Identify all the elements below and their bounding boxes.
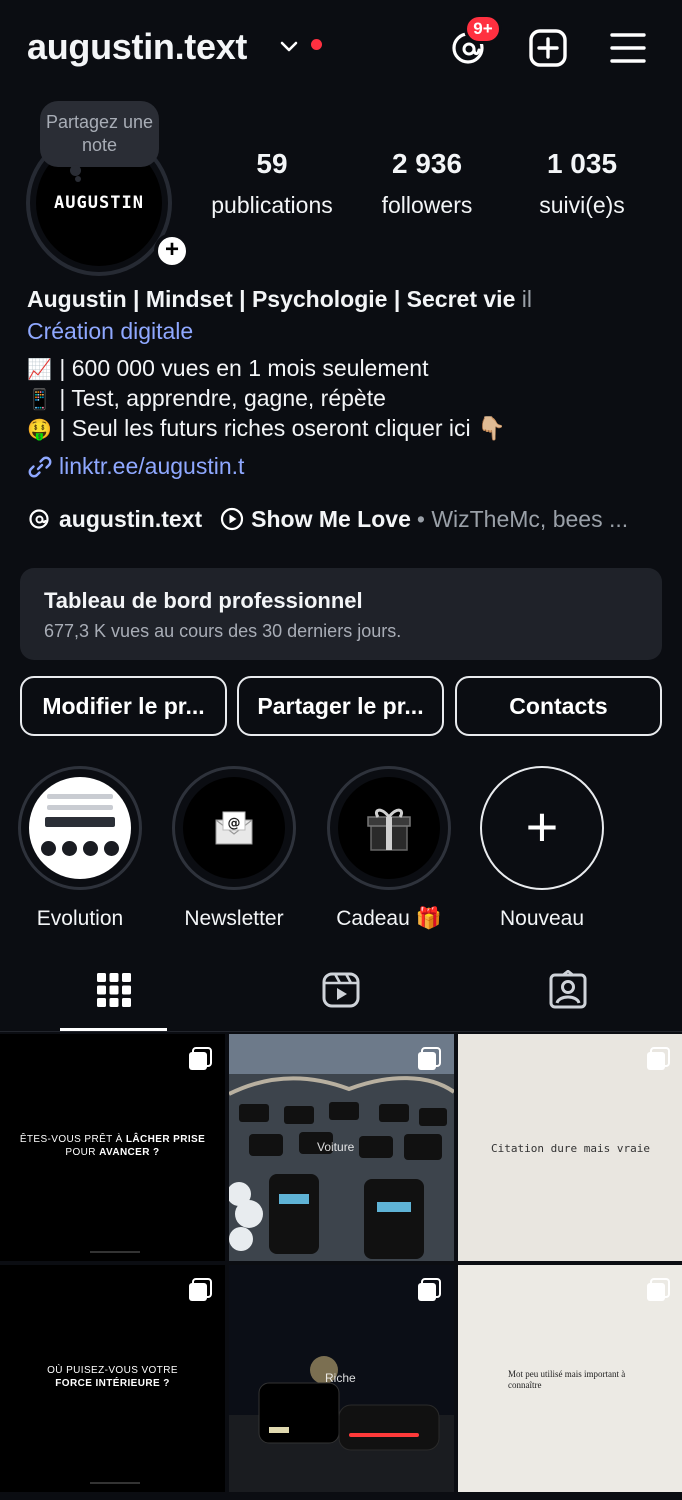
note-bubble-tail	[70, 165, 81, 176]
post-overlay-text: Voiture	[317, 1140, 355, 1154]
carousel-icon	[647, 1278, 670, 1301]
svg-text:@: @	[228, 816, 241, 831]
menu-icon[interactable]	[608, 28, 648, 68]
post-tile[interactable]: ÊTES-VOUS PRÊT À LÂCHER PRISE POUR AVANC…	[0, 1034, 225, 1261]
highlight-label: Nouveau	[499, 907, 585, 930]
highlight-newsletter[interactable]: @ Newsletter	[172, 766, 296, 931]
post-caption: OÙ PUISEZ-VOUS VOTRE FORCE INTÉRIEURE ?	[47, 1365, 178, 1389]
bio-line-2: 📱 | Test, apprendre, gagne, répète	[27, 385, 386, 412]
carousel-icon	[418, 1278, 441, 1301]
stat-publications-label: publications	[211, 192, 333, 218]
chart-emoji-icon: 📈	[27, 357, 52, 381]
thumb-line	[47, 805, 113, 810]
highlight-label: Cadeau 🎁	[336, 907, 442, 930]
threads-music-row: augustin.text Show Me Love • WizTheMc, b…	[27, 504, 628, 534]
dashboard-title: Tableau de bord professionnel	[44, 588, 363, 613]
notification-dot	[311, 39, 322, 50]
stat-followers-label: followers	[381, 192, 473, 218]
highlight-ring	[18, 766, 142, 890]
active-tab-indicator	[60, 1028, 167, 1031]
highlight-cadeau[interactable]: Cadeau 🎁	[327, 766, 451, 931]
thumb-circles	[41, 841, 119, 856]
post-tile[interactable]: OÙ PUISEZ-VOUS VOTRE FORCE INTÉRIEURE ?	[0, 1265, 225, 1492]
tagged-icon[interactable]	[548, 970, 588, 1010]
thumb-banner	[45, 817, 115, 827]
threads-small-icon[interactable]	[27, 507, 51, 531]
bio-name-text: Augustin | Mindset | Psychologie | Secre…	[27, 286, 516, 312]
carousel-icon	[189, 1047, 212, 1070]
bio-link[interactable]: linktr.ee/augustin.t	[27, 453, 244, 480]
post-tile[interactable]: Mot peu utilisé mais important à connaît…	[458, 1265, 682, 1492]
newsletter-thumbnail: @	[183, 777, 285, 879]
post-tile[interactable]: Voiture	[229, 1034, 454, 1261]
post-overlay-text: Riche	[325, 1371, 356, 1385]
threads-badge: 9+	[464, 14, 502, 44]
bio-line-text: | Seul les futurs riches oseront cliquer…	[59, 415, 506, 441]
thumb-line	[47, 794, 113, 799]
new-highlight-circle: +	[480, 766, 604, 890]
bio-display-name: Augustin | Mindset | Psychologie | Secre…	[27, 286, 532, 313]
highlight-label: Newsletter	[184, 907, 284, 930]
bio-line-3: 🤑 | Seul les futurs riches oseront cliqu…	[27, 415, 506, 442]
stat-following-label: suivi(e)s	[539, 192, 625, 218]
stat-publications[interactable]: 59 publications	[200, 148, 344, 219]
stat-following-count: 1 035	[546, 148, 618, 179]
share-profile-button[interactable]: Partager le pr...	[237, 676, 444, 736]
gift-thumbnail	[338, 777, 440, 879]
reels-icon[interactable]	[321, 970, 361, 1010]
highlight-ring	[327, 766, 451, 890]
phone-emoji-icon: 📱	[27, 387, 52, 411]
bio-line-text: | Test, apprendre, gagne, répète	[59, 385, 386, 411]
post-caption: ÊTES-VOUS PRÊT À LÂCHER PRISE POUR AVANC…	[19, 1134, 206, 1158]
highlight-label: Evolution	[36, 907, 124, 930]
carousel-icon	[418, 1047, 441, 1070]
play-circle-icon[interactable]	[220, 507, 244, 531]
carousel-icon	[647, 1047, 670, 1070]
bio-name-tail: il	[521, 286, 532, 312]
highlight-new[interactable]: + Nouveau	[480, 766, 604, 931]
bio-line-1: 📈 | 600 000 vues en 1 mois seulement	[27, 355, 428, 382]
post-caption: Mot peu utilisé mais important à connaît…	[508, 1369, 626, 1390]
post-caption: Citation dure mais vraie	[491, 1142, 650, 1155]
contacts-button[interactable]: Contacts	[455, 676, 662, 736]
song-title[interactable]: Show Me Love	[251, 506, 411, 533]
grid-icon[interactable]	[94, 970, 134, 1010]
avatar-logo-text: AUGUSTIN	[54, 193, 144, 213]
stat-publications-count: 59	[256, 148, 288, 179]
threads-handle[interactable]: augustin.text	[59, 506, 202, 533]
post-tile[interactable]: Citation dure mais vraie	[458, 1034, 682, 1261]
top-bar: augustin.text 9+	[0, 0, 682, 96]
song-artists[interactable]: • WizTheMc, bees ...	[417, 506, 628, 533]
email-icon: @	[215, 811, 253, 845]
post-tile[interactable]: Riche	[229, 1265, 454, 1492]
edit-profile-button[interactable]: Modifier le pr...	[20, 676, 227, 736]
professional-dashboard-card[interactable]: Tableau de bord professionnel 677,3 K vu…	[20, 568, 662, 660]
add-story-icon[interactable]: +	[154, 233, 190, 269]
chevron-down-icon[interactable]	[279, 36, 299, 56]
account-username[interactable]: augustin.text	[27, 26, 247, 68]
note-bubble[interactable]: Partagez une note	[40, 101, 159, 167]
carousel-icon	[189, 1278, 212, 1301]
post-footer-mark	[90, 1482, 140, 1484]
create-post-icon[interactable]	[528, 28, 568, 68]
highlight-evolution[interactable]: Evolution	[18, 766, 142, 931]
stat-followers[interactable]: 2 936 followers	[366, 148, 488, 219]
bio-line-text: | 600 000 vues en 1 mois seulement	[59, 355, 429, 381]
stat-following[interactable]: 1 035 suivi(e)s	[526, 148, 638, 219]
bio-link-text[interactable]: linktr.ee/augustin.t	[59, 453, 244, 480]
stat-followers-count: 2 936	[391, 148, 463, 179]
post-footer-mark	[90, 1251, 140, 1253]
plus-icon: +	[525, 795, 559, 858]
bio-category: Création digitale	[27, 318, 194, 344]
evolution-thumbnail	[29, 777, 131, 879]
highlight-ring: @	[172, 766, 296, 890]
note-bubble-tail-small	[75, 176, 81, 182]
profile-tabs	[0, 960, 682, 1032]
link-icon	[28, 456, 52, 477]
gift-icon	[367, 808, 411, 851]
money-face-emoji-icon: 🤑	[27, 417, 52, 441]
dashboard-subtitle: 677,3 K vues au cours des 30 derniers jo…	[44, 621, 402, 641]
